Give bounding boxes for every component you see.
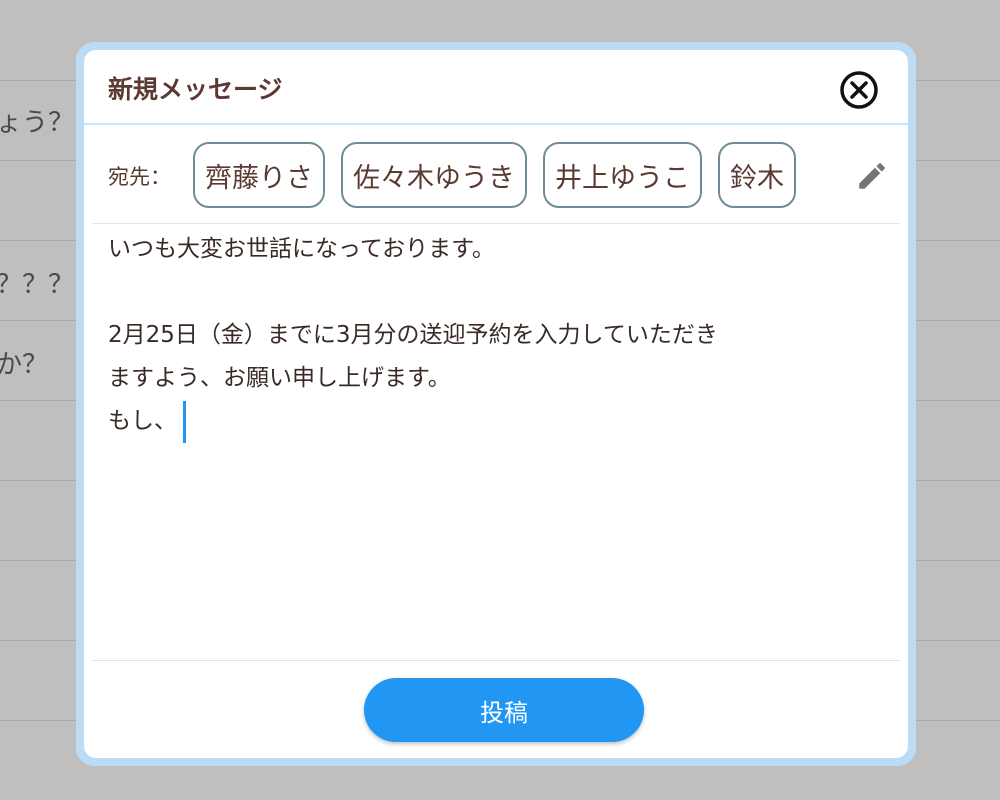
message-line: ますよう、お願い申し上げます。: [108, 365, 451, 391]
list-item-snippet: か？: [0, 350, 49, 380]
recipient-chip[interactable]: 鈴木: [718, 142, 796, 208]
message-body-editor[interactable]: いつも大変お世話になっております。 2月25日（金）までに3月分の送迎予約を入力…: [108, 228, 888, 658]
list-item-snippet: ？？？: [0, 270, 75, 300]
dialog-footer: 投稿: [92, 660, 900, 758]
dialog-header: 新規メッセージ: [84, 50, 908, 125]
to-label: 宛先：: [108, 165, 171, 189]
message-line: いつも大変お世話になっております。: [108, 236, 495, 262]
message-line-text: もし、: [108, 408, 177, 434]
dialog-title: 新規メッセージ: [108, 75, 283, 104]
post-button[interactable]: 投稿: [364, 678, 644, 742]
pencil-icon: [859, 163, 885, 189]
recipient-chip-list[interactable]: 齊藤りさ 佐々木ゆうき 井上ゆうこ 鈴木: [193, 142, 853, 212]
edit-recipients-button[interactable]: [855, 159, 889, 193]
recipient-chip[interactable]: 齊藤りさ: [193, 142, 325, 208]
message-line-current: もし、: [108, 400, 888, 443]
recipient-chip[interactable]: 井上ゆうこ: [543, 142, 702, 208]
message-line: [108, 271, 888, 314]
recipients-row: 宛先： 齊藤りさ 佐々木ゆうき 井上ゆうこ 鈴木: [92, 125, 900, 224]
close-button[interactable]: [839, 70, 879, 110]
new-message-dialog-frame: 新規メッセージ 宛先： 齊藤りさ 佐々木ゆうき 井上ゆうこ 鈴木 いつも大変お世…: [76, 42, 916, 766]
close-circle-icon: [840, 71, 878, 109]
recipient-chip[interactable]: 佐々木ゆうき: [341, 142, 527, 208]
list-item-snippet: ょう？: [0, 108, 75, 138]
new-message-dialog: 新規メッセージ 宛先： 齊藤りさ 佐々木ゆうき 井上ゆうこ 鈴木 いつも大変お世…: [84, 50, 908, 758]
text-cursor: [183, 400, 186, 443]
message-line: 2月25日（金）までに3月分の送迎予約を入力していただき: [108, 322, 718, 348]
